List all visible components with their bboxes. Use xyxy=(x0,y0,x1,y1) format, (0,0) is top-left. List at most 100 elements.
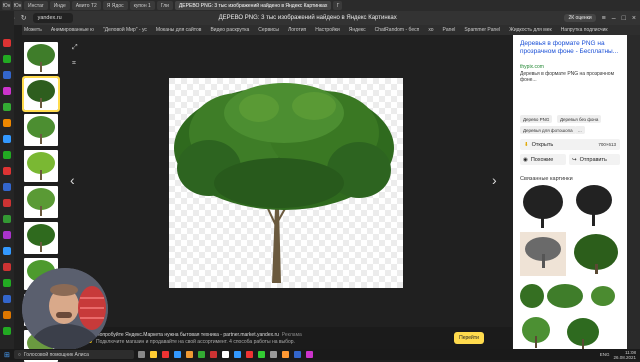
browser-tab[interactable]: Инстаг xyxy=(24,1,48,10)
related-images[interactable] xyxy=(518,184,622,349)
source-title-link[interactable]: Деревья в формате PNG на прозрачном фоне… xyxy=(520,40,620,56)
browser-tab[interactable]: Я Ядос xyxy=(102,1,128,10)
sidebar-app-icon[interactable] xyxy=(3,135,11,143)
sidebar-app-icon[interactable] xyxy=(3,215,11,223)
start-icon[interactable]: ⊞ xyxy=(4,351,10,359)
sidebar-app-icon[interactable] xyxy=(3,39,11,47)
sidebar-app-icon[interactable] xyxy=(3,87,11,95)
taskbar-app-icon[interactable] xyxy=(221,351,229,358)
sidebar-app-icon[interactable] xyxy=(3,71,11,79)
sidebar-app-icon[interactable] xyxy=(3,183,11,191)
thumbnail-item[interactable] xyxy=(24,42,58,74)
image-size[interactable]: 700×613 xyxy=(598,142,616,147)
tag-chip[interactable]: Деревья без фона xyxy=(557,115,602,123)
bookmark-item[interactable]: Panel xyxy=(443,27,456,33)
webcam-overlay xyxy=(22,268,108,350)
sidebar-app-icon[interactable] xyxy=(3,279,11,287)
tag-chip[interactable]: Дерево PNG xyxy=(520,115,553,123)
taskbar-app-icon[interactable] xyxy=(149,351,157,358)
bookmark-item[interactable]: Логотип xyxy=(288,27,306,33)
lang-indicator[interactable]: ENG xyxy=(600,352,610,357)
taskbar-app-icon[interactable] xyxy=(305,351,313,358)
sidebar-app-icon[interactable] xyxy=(3,103,11,111)
taskbar-app-icon[interactable] xyxy=(137,351,145,358)
sidebar-app-icon[interactable] xyxy=(3,263,11,271)
right-scroll-gutter xyxy=(627,35,640,349)
address-bar: ‹ › ↻ yandex.ru ДЕРЕВО PNG: 3 тыс изобра… xyxy=(0,11,640,25)
rating-badge[interactable]: 2К оценки xyxy=(564,14,596,22)
taskbar-app-icon[interactable] xyxy=(281,351,289,358)
browser-tab[interactable]: Гли xyxy=(156,1,173,10)
bookmark-item[interactable]: Можеть xyxy=(24,27,42,33)
page-title: ДЕРЕВО PNG: 3 тыс изображений найдено в … xyxy=(218,15,397,21)
taskbar-app-icon[interactable] xyxy=(233,351,241,358)
sidebar-app-icon[interactable] xyxy=(3,167,11,175)
minimize-icon[interactable]: – xyxy=(612,15,616,22)
tag-chip[interactable]: ... xyxy=(575,126,585,134)
next-image-button[interactable]: › xyxy=(492,172,497,188)
expand-icon[interactable]: ⤢ xyxy=(72,44,78,52)
taskbar-app-icon[interactable] xyxy=(269,351,277,358)
send-label: Отправить xyxy=(579,156,607,163)
sidebar-app-icon[interactable] xyxy=(3,311,11,319)
bookmark-item[interactable]: Видео раскрутка xyxy=(210,27,249,33)
sidebar-app-icon[interactable] xyxy=(3,55,11,63)
browser-tab[interactable]: Авито Т2 xyxy=(71,1,101,10)
close-icon[interactable]: × xyxy=(632,15,636,22)
menu-icon[interactable]: ≡ xyxy=(602,15,606,22)
tag-chip[interactable]: Деревья для фотошопа xyxy=(520,126,576,134)
thumbnail-item[interactable] xyxy=(24,150,58,182)
browser-tab-active[interactable]: ДЕРЕВО PNG: 3 тыс изображений найдено в … xyxy=(174,1,332,10)
taskbar-search[interactable]: ○ Голосовой помощник Алиса xyxy=(13,350,134,359)
promo-go-button[interactable]: Перейти xyxy=(454,332,484,344)
sidebar-app-icon[interactable] xyxy=(3,295,11,303)
sidebar-app-icon[interactable] xyxy=(3,327,11,335)
bookmark-item[interactable]: хо xyxy=(428,27,433,33)
reload-icon[interactable]: ↻ xyxy=(21,14,27,22)
taskbar-app-icon[interactable] xyxy=(245,351,253,358)
thumbnail-item[interactable] xyxy=(24,222,58,254)
browser-tab[interactable]: Г xyxy=(333,1,343,10)
taskbar-app-icon[interactable] xyxy=(293,351,301,358)
taskbar-app-icon[interactable] xyxy=(161,351,169,358)
bookmark-item[interactable]: "Деловой Мир" - ус xyxy=(103,27,147,33)
bookmark-item[interactable]: Анимированные ю xyxy=(51,27,94,33)
thumbnail-item[interactable] xyxy=(24,114,58,146)
sidebar-app-icon[interactable] xyxy=(3,247,11,255)
open-button[interactable]: ⬇ Открыть 700×613 xyxy=(520,139,620,150)
taskbar-app-icon[interactable] xyxy=(185,351,193,358)
sidebar-app-icon[interactable] xyxy=(3,231,11,239)
url-field[interactable]: yandex.ru xyxy=(32,13,73,23)
bookmark-item[interactable]: Моканы для сайтов xyxy=(156,27,202,33)
bookmark-item[interactable]: Spammer Panel xyxy=(464,27,500,33)
send-button[interactable]: ↪ Отправить xyxy=(569,154,620,165)
browser-tab[interactable]: Инде xyxy=(49,1,70,10)
sidebar-app-icon[interactable] xyxy=(3,199,11,207)
bookmark-item[interactable]: Напрутка подписчик xyxy=(561,27,608,33)
main-image[interactable] xyxy=(169,78,403,288)
browser-tab[interactable]: Юн xyxy=(2,1,11,10)
search-icon: ○ xyxy=(17,351,21,358)
prev-image-button[interactable]: ‹ xyxy=(70,172,75,188)
bookmark-item[interactable]: ChatRandom - бесп xyxy=(375,27,420,33)
thumbnail-item[interactable] xyxy=(22,76,60,112)
promo-headline[interactable]: Попробуйте Яндекс.Маркета нужна бытовая … xyxy=(96,332,302,338)
bookmark-item[interactable]: Сервисы xyxy=(258,27,279,33)
taskbar-app-icon[interactable] xyxy=(257,351,265,358)
browser-tab[interactable]: Юн xyxy=(13,1,22,10)
clock[interactable]: 11:08 26.08.2021 xyxy=(613,350,636,360)
thumbnail-item[interactable] xyxy=(24,186,58,218)
taskbar-app-icon[interactable] xyxy=(173,351,181,358)
bookmark-item[interactable]: Настройки xyxy=(315,27,340,33)
similar-button[interactable]: ◉ Похожие xyxy=(520,154,566,165)
taskbar-app-icon[interactable] xyxy=(209,351,217,358)
taskbar-app-icon[interactable] xyxy=(197,351,205,358)
bookmark-item[interactable]: Жидкость для мек xyxy=(509,27,551,33)
crop-icon[interactable]: ⌗ xyxy=(72,60,76,68)
maximize-icon[interactable]: □ xyxy=(622,15,626,22)
source-site[interactable]: thypix.com xyxy=(520,64,544,70)
sidebar-app-icon[interactable] xyxy=(3,119,11,127)
sidebar-app-icon[interactable] xyxy=(3,151,11,159)
browser-tab[interactable]: купон 1 xyxy=(129,1,155,10)
bookmark-item[interactable]: Яндекс xyxy=(349,27,366,33)
